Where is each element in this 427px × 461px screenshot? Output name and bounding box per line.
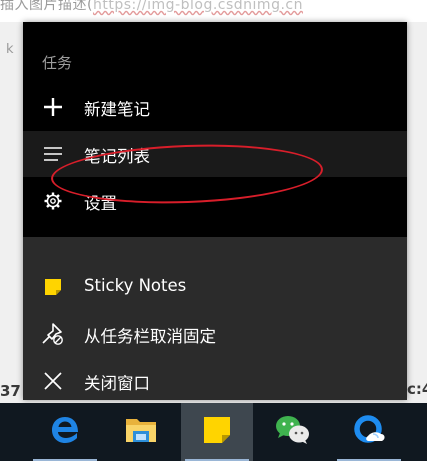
edge-icon — [48, 413, 82, 451]
task-new-note-label: 新建笔记 — [84, 100, 150, 119]
jump-list-tasks-section: 任务 新建笔记 笔记列表 设置 — [23, 22, 407, 237]
close-window-label: 关闭窗口 — [84, 374, 150, 393]
unpin-from-taskbar[interactable]: 从任务栏取消固定 — [23, 311, 407, 357]
taskbar-sticky-notes[interactable] — [181, 403, 253, 461]
wechat-icon — [274, 414, 312, 450]
open-sticky-notes[interactable]: Sticky Notes — [23, 264, 407, 310]
plus-icon — [41, 95, 65, 119]
close-window[interactable]: 关闭窗口 — [23, 358, 407, 404]
taskbar-qq-browser[interactable] — [333, 403, 405, 461]
gear-icon — [41, 189, 65, 213]
task-notes-list[interactable]: 笔记列表 — [23, 131, 407, 177]
task-settings-label: 设置 — [84, 194, 117, 213]
task-notes-list-label: 笔记列表 — [84, 147, 150, 166]
background-right-fragment: c:45 — [407, 380, 427, 398]
unpin-icon — [41, 322, 65, 346]
task-new-note[interactable]: 新建笔记 — [23, 84, 407, 130]
taskbar-file-explorer[interactable] — [105, 403, 177, 461]
section-header-tasks: 任务 — [42, 54, 73, 72]
taskbar-wechat[interactable] — [257, 403, 329, 461]
background-text: 插入图片描述(https://img-blog.csdnimg.cn — [0, 0, 303, 13]
jump-list-menu: 任务 新建笔记 笔记列表 设置 Sticky Notes 从任务栏取消固定 关闭… — [23, 22, 407, 400]
close-icon — [41, 369, 65, 393]
list-icon — [41, 142, 65, 166]
unpin-label: 从任务栏取消固定 — [84, 327, 216, 346]
background-side-text: k — [6, 42, 14, 57]
qq-browser-icon — [351, 412, 387, 452]
folder-icon — [124, 415, 158, 449]
sticky-notes-icon — [41, 275, 65, 299]
taskbar-edge[interactable] — [29, 403, 101, 461]
jump-list-app-section: Sticky Notes 从任务栏取消固定 关闭窗口 — [23, 237, 407, 400]
background-document: 插入图片描述(https://img-blog.csdnimg.cn — [0, 0, 427, 22]
open-sticky-notes-label: Sticky Notes — [84, 276, 187, 295]
task-settings[interactable]: 设置 — [23, 178, 407, 224]
taskbar — [0, 403, 427, 461]
sticky-notes-icon — [202, 415, 232, 449]
